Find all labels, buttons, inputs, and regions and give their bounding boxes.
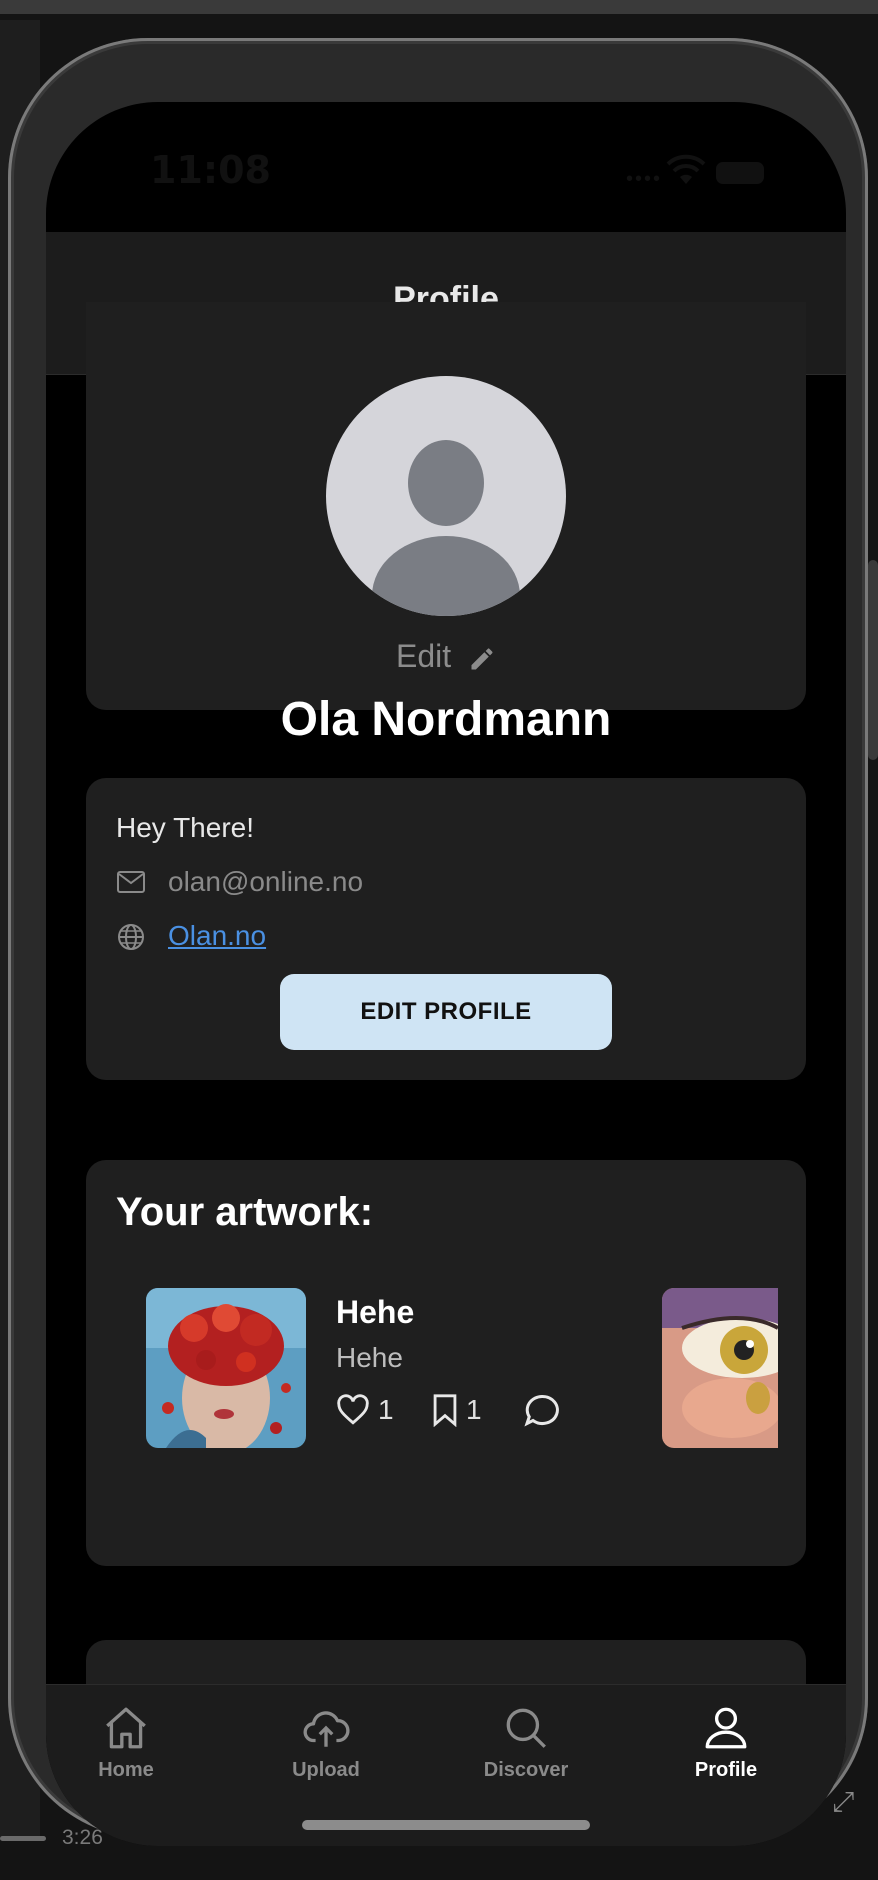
desktop-progress-bar: [0, 1836, 46, 1841]
phone-frame: Profile 11:08 •••• Edit Ola Nordmann Hey…: [8, 38, 868, 1846]
edit-avatar-button[interactable]: Edit: [86, 638, 806, 675]
profile-card: Edit Ola Nordmann: [86, 302, 806, 746]
like-count: 1: [378, 1394, 394, 1425]
save-stat[interactable]: 1: [432, 1390, 482, 1430]
artwork-card: Your artwork: Hehe Hehe 1 1: [86, 1160, 806, 1566]
wifi-icon: [666, 154, 706, 184]
artwork-carousel[interactable]: Hehe Hehe 1 1: [86, 1280, 806, 1448]
like-stat[interactable]: 1: [336, 1390, 394, 1430]
battery-icon: [716, 162, 764, 184]
artwork-thumbnail[interactable]: [662, 1288, 778, 1448]
bio-text: Hey There!: [116, 812, 254, 843]
edit-profile-button[interactable]: EDIT PROFILE: [280, 974, 612, 1050]
heart-icon: [337, 1394, 369, 1425]
cloud-upload-icon: [303, 1711, 350, 1747]
artwork-thumbnail[interactable]: [146, 1288, 306, 1448]
desktop-top-bar: [0, 0, 878, 14]
bookmark-icon: [433, 1394, 457, 1427]
tab-discover[interactable]: Discover: [446, 1703, 606, 1782]
tab-home[interactable]: Home: [46, 1703, 206, 1782]
home-icon: [106, 1707, 146, 1749]
artwork-stats: 1 1: [336, 1390, 576, 1430]
search-icon: [506, 1708, 546, 1748]
artwork-title[interactable]: Hehe: [336, 1294, 414, 1331]
globe-icon: [118, 924, 144, 950]
desktop-scrollbar[interactable]: [868, 560, 878, 760]
profile-name: Ola Nordmann: [280, 693, 612, 746]
info-card: Hey There! olan@online.no Olan.no EDIT P…: [86, 778, 806, 1080]
edit-avatar-label: Edit: [395, 638, 452, 674]
comment-icon: [524, 1394, 559, 1427]
mail-icon: [117, 871, 145, 893]
person-icon: [705, 1707, 747, 1749]
phone-screen: Profile 11:08 •••• Edit Ola Nordmann Hey…: [46, 102, 846, 1846]
avatar-body-shape: [372, 536, 520, 616]
avatar-head-shape: [408, 440, 484, 526]
artwork-image-eye: [662, 1288, 778, 1448]
tab-discover-label: Discover: [483, 1759, 569, 1781]
dynamic-island: [321, 136, 571, 210]
artwork-section-title: Your artwork:: [116, 1190, 374, 1234]
avatar[interactable]: [326, 376, 566, 616]
signal-icon: ••••: [626, 168, 663, 190]
artwork-image-portrait: [146, 1288, 306, 1448]
tab-profile-label: Profile: [694, 1759, 758, 1781]
website-link[interactable]: Olan.no: [168, 920, 266, 952]
tab-upload-label: Upload: [292, 1759, 360, 1781]
tab-home-label: Home: [98, 1759, 154, 1781]
home-indicator[interactable]: [302, 1820, 590, 1830]
tab-upload[interactable]: Upload: [246, 1703, 406, 1782]
tab-profile[interactable]: Profile: [646, 1703, 806, 1782]
pencil-icon: [471, 648, 493, 670]
email-text: olan@online.no: [168, 866, 364, 897]
artwork-subtitle: Hehe: [336, 1342, 403, 1373]
comment-stat[interactable]: [524, 1390, 568, 1430]
status-icons: ••••: [616, 154, 816, 194]
status-time: 11:08: [150, 148, 271, 192]
save-count: 1: [466, 1394, 482, 1425]
